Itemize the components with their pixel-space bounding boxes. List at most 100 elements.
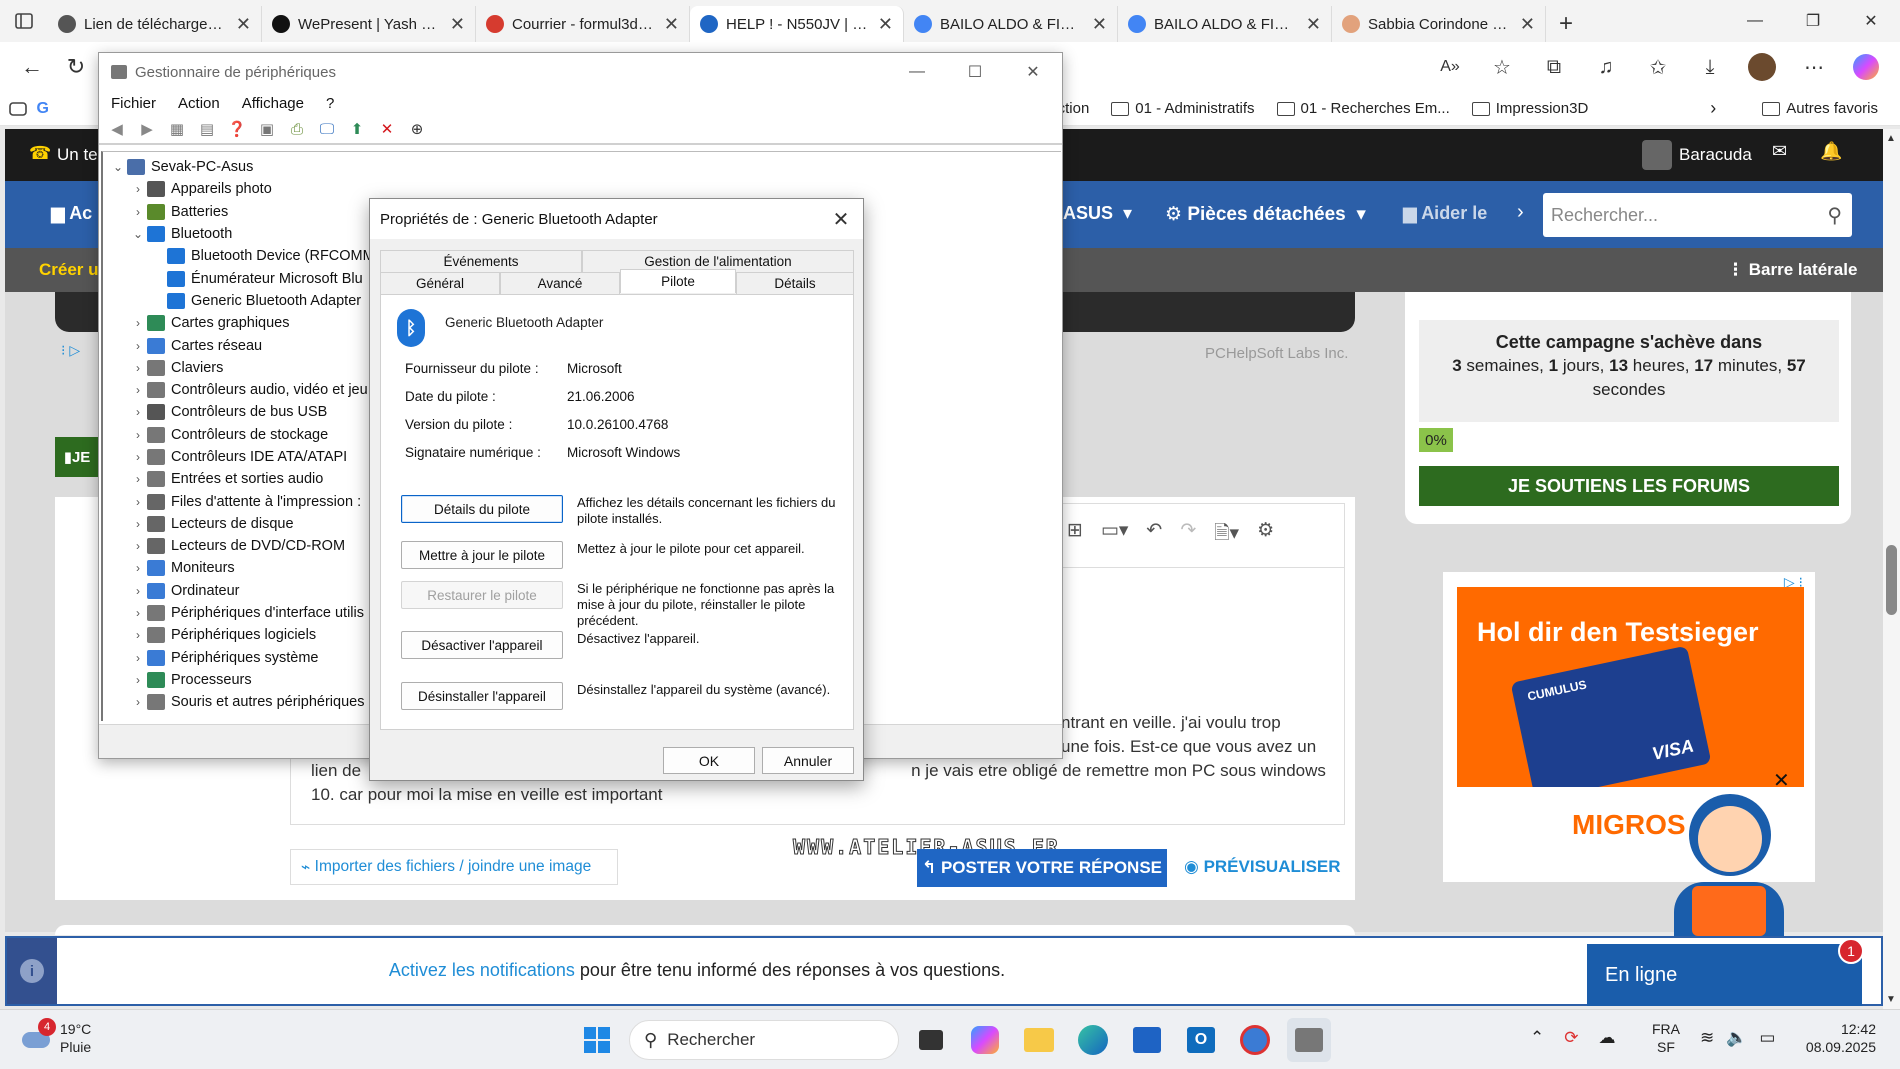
quick-settings[interactable]: ≋ 🔈 ▭ <box>1700 1028 1775 1048</box>
tab-close-icon[interactable]: ✕ <box>1520 14 1535 35</box>
collections-icon[interactable] <box>0 101 36 116</box>
windows-start-icon[interactable] <box>575 1018 619 1062</box>
favorites-icon[interactable]: ✩ <box>1634 47 1682 87</box>
nav-item-aider[interactable]: ▆ Aider le <box>1403 203 1487 224</box>
tab-pilote[interactable]: Pilote <box>620 269 736 293</box>
user-name[interactable]: Baracuda <box>1679 145 1752 165</box>
taskbar-search[interactable]: ⚲ Rechercher <box>629 1020 899 1060</box>
chevron-right-icon[interactable]: › <box>129 695 147 709</box>
minimize-icon[interactable]: — <box>888 53 946 91</box>
back-icon[interactable]: ← <box>10 47 54 87</box>
chevron-right-icon[interactable]: › <box>129 673 147 687</box>
uninstall-device-icon[interactable]: ✕ <box>375 118 399 140</box>
new-tab-button[interactable]: + <box>1546 6 1586 42</box>
tab-actions-icon[interactable] <box>0 0 48 42</box>
print-icon[interactable]: ⎙ <box>285 118 309 140</box>
copilot-icon[interactable] <box>1842 47 1890 87</box>
device-manager-taskbar-icon[interactable] <box>1287 1018 1331 1062</box>
chevron-right-icon[interactable]: › <box>129 472 147 486</box>
browser-tab[interactable]: WePresent | Yash Sheth ✕ <box>262 6 476 42</box>
chevron-right-icon[interactable]: › <box>129 339 147 353</box>
bell-icon[interactable]: 🔔 <box>1820 141 1842 162</box>
favorite-google[interactable]: G <box>36 100 48 118</box>
sub-link[interactable]: Créer u <box>39 260 99 280</box>
browser-tab[interactable]: HELP ! - N550JV | Le fo ✕ <box>690 6 904 42</box>
task-view-icon[interactable] <box>909 1018 953 1062</box>
tab-close-icon[interactable]: ✕ <box>878 14 893 35</box>
forward-arrow-icon[interactable]: ▶ <box>135 118 159 140</box>
chevron-right-icon[interactable]: › <box>129 205 147 219</box>
browser-tab[interactable]: BAILO ALDO & FIGLIO ✕ <box>904 6 1118 42</box>
sidebar-toggle[interactable]: ⋮ Barre latérale <box>1727 260 1857 280</box>
tab-close-icon[interactable]: ✕ <box>1092 14 1107 35</box>
tab-close-icon[interactable]: ✕ <box>664 14 679 35</box>
clock[interactable]: 12:42 08.09.2025 <box>1790 1020 1876 1056</box>
tab-close-icon[interactable]: ✕ <box>450 14 465 35</box>
close-icon[interactable]: ✕ <box>1004 53 1062 91</box>
editor-settings-icon[interactable]: ⚙ <box>1257 519 1274 551</box>
refresh-icon[interactable]: ↻ <box>54 47 98 87</box>
online-chat-button[interactable]: En ligne <box>1587 944 1862 1006</box>
globe-app-icon[interactable] <box>1233 1018 1277 1062</box>
chevron-down-icon[interactable]: ⌄ <box>109 160 127 174</box>
chevron-right-icon[interactable]: › <box>129 405 147 419</box>
browser-tab[interactable]: Lien de téléchargement ✕ <box>48 6 262 42</box>
properties-view-icon[interactable]: ▦ <box>165 118 189 140</box>
menu-action[interactable]: Action <box>178 95 220 112</box>
maximize-icon[interactable]: ☐ <box>946 53 1004 91</box>
chevron-right-icon[interactable]: › <box>129 517 147 531</box>
favorite-star-icon[interactable]: ☆ <box>1478 47 1526 87</box>
tray-overflow-icon[interactable]: ⌃ <box>1530 1028 1544 1048</box>
download-icon[interactable]: ⤓ <box>1686 47 1734 87</box>
chevron-right-icon[interactable]: › <box>129 539 147 553</box>
maximize-icon[interactable]: ❐ <box>1784 0 1842 42</box>
sync-icon[interactable]: ⟳ <box>1564 1028 1578 1048</box>
ok-button[interactable]: OK <box>663 747 755 774</box>
menu-help[interactable]: ? <box>326 95 334 112</box>
menu-affichage[interactable]: Affichage <box>242 95 304 112</box>
rollback-driver-button[interactable]: Restaurer le pilote <box>401 581 563 609</box>
nav-item-home[interactable]: ▆ Ac <box>51 203 92 224</box>
uninstall-device-button[interactable]: Désinstaller l'appareil <box>401 682 563 710</box>
tab-close-icon[interactable]: ✕ <box>236 14 251 35</box>
undo-icon[interactable]: ↶ <box>1146 519 1162 551</box>
favorite-folder-administratifs[interactable]: 01 - Administratifs <box>1111 100 1255 117</box>
monitor-scan-icon[interactable]: 🖵 <box>315 118 339 140</box>
copilot-taskbar-icon[interactable] <box>963 1018 1007 1062</box>
help-icon[interactable]: ❓ <box>225 118 249 140</box>
close-icon[interactable]: ✕ <box>1842 0 1900 42</box>
file-explorer-icon[interactable] <box>1017 1018 1061 1062</box>
update-driver-icon[interactable]: ⬆ <box>345 118 369 140</box>
ad-choices-icon[interactable]: ⁝ ▷ <box>61 342 80 359</box>
chevron-right-icon[interactable]: › <box>129 561 147 575</box>
tab-close-icon[interactable]: ✕ <box>1306 14 1321 35</box>
tab-details[interactable]: Détails <box>736 272 854 294</box>
notification-link[interactable]: Activez les notifications <box>389 960 575 980</box>
device-tree-item[interactable]: ⌄ Sevak-PC-Asus <box>103 156 1061 178</box>
media-icon[interactable]: ▭▾ <box>1101 519 1129 551</box>
driver-details-button[interactable]: Détails du pilote <box>401 495 563 523</box>
edge-browser-icon[interactable] <box>1071 1018 1115 1062</box>
update-driver-button[interactable]: Mettre à jour le pilote <box>401 541 563 569</box>
minimize-icon[interactable]: — <box>1726 0 1784 42</box>
chevron-right-icon[interactable]: › <box>129 628 147 642</box>
favorites-overflow-chevron-icon[interactable]: › <box>1710 98 1716 119</box>
split-screen-icon[interactable]: ♫ <box>1582 47 1630 87</box>
cancel-button[interactable]: Annuler <box>762 747 854 774</box>
preview-button[interactable]: ◉ PRÉVISUALISER <box>1184 857 1341 877</box>
chevron-down-icon[interactable]: ⌄ <box>129 227 147 241</box>
nav-item-pieces[interactable]: ⚙ Pièces détachées ▾ <box>1165 203 1366 226</box>
chevron-right-icon[interactable]: › <box>129 182 147 196</box>
import-files-link[interactable]: ⌁ Importer des fichiers / joindre une im… <box>290 849 618 885</box>
chevron-right-icon[interactable]: › <box>129 651 147 665</box>
read-aloud-icon[interactable]: A» <box>1426 47 1474 87</box>
mail-icon[interactable]: ✉ <box>1772 141 1787 162</box>
outlook-icon[interactable]: O <box>1179 1018 1223 1062</box>
tab-avance[interactable]: Avancé <box>500 272 620 294</box>
back-arrow-icon[interactable]: ◀ <box>105 118 129 140</box>
chevron-right-icon[interactable]: › <box>129 428 147 442</box>
details-view-icon[interactable]: ▣ <box>255 118 279 140</box>
nav-chevron-icon[interactable]: › <box>1517 201 1524 224</box>
support-forums-button[interactable]: JE SOUTIENS LES FORUMS <box>1419 466 1839 506</box>
user-avatar[interactable] <box>1642 140 1672 170</box>
